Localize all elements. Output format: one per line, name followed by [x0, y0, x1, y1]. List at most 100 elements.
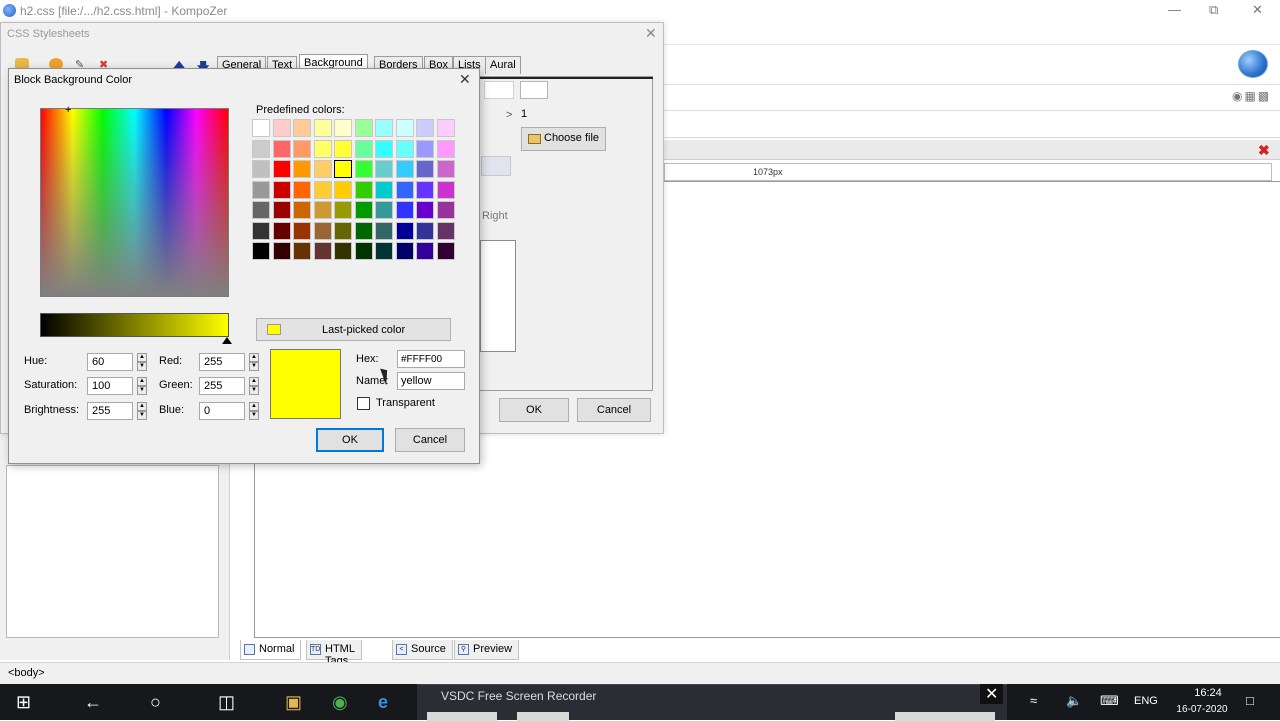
- cancel-button[interactable]: Cancel: [577, 398, 651, 422]
- color-swatch[interactable]: [334, 180, 352, 199]
- color-swatch[interactable]: [375, 180, 393, 199]
- brightness-stepper[interactable]: ▲ ▼: [137, 402, 147, 420]
- dropdown[interactable]: [481, 156, 511, 176]
- color-swatch[interactable]: [334, 119, 352, 137]
- color-swatch[interactable]: [375, 160, 393, 178]
- clock-time[interactable]: 16:24: [1184, 687, 1232, 699]
- color-swatch[interactable]: [416, 242, 434, 260]
- color-swatch[interactable]: [313, 201, 332, 219]
- windows-start-icon[interactable]: ⊞: [16, 692, 31, 713]
- store-icon[interactable]: ▣: [285, 692, 302, 713]
- color-swatch[interactable]: [416, 119, 434, 137]
- color-swatch[interactable]: [272, 201, 291, 219]
- color-swatch[interactable]: [293, 139, 311, 158]
- color-swatch[interactable]: [354, 139, 373, 158]
- toolbar-small-icons[interactable]: ◉▦▩: [1232, 89, 1271, 103]
- green-stepper[interactable]: ▲ ▼: [249, 377, 259, 395]
- color-swatch[interactable]: [252, 201, 270, 219]
- cortana-icon[interactable]: ○: [150, 692, 161, 713]
- color-swatch[interactable]: [252, 119, 270, 137]
- notifications-icon[interactable]: □: [1246, 693, 1254, 708]
- cancel-button[interactable]: Cancel: [395, 428, 465, 452]
- color-swatch[interactable]: [252, 221, 270, 240]
- color-swatch[interactable]: [293, 242, 311, 260]
- saturation-stepper[interactable]: ▲ ▼: [137, 377, 147, 395]
- color-swatch[interactable]: [375, 242, 393, 260]
- color-spectrum[interactable]: [40, 108, 229, 297]
- vsdc-recorder-window[interactable]: VSDC Free Screen Recorder ✕: [417, 684, 1007, 721]
- color-swatch[interactable]: [313, 221, 332, 240]
- color-swatch[interactable]: [334, 160, 352, 178]
- color-swatch[interactable]: [272, 119, 291, 137]
- task-view-icon[interactable]: ◫: [218, 692, 235, 713]
- color-swatch[interactable]: [354, 180, 373, 199]
- red-input[interactable]: 255: [199, 353, 245, 371]
- language-indicator[interactable]: ENG: [1134, 695, 1158, 707]
- color-swatch[interactable]: [252, 180, 270, 199]
- blue-input[interactable]: 0: [199, 402, 245, 420]
- color-swatch[interactable]: [334, 242, 352, 260]
- keyboard-icon[interactable]: ⌨: [1100, 693, 1119, 709]
- site-manager-list[interactable]: [6, 465, 219, 638]
- color-swatch[interactable]: [334, 139, 352, 158]
- blue-stepper[interactable]: ▲ ▼: [249, 402, 259, 420]
- last-picked-color-button[interactable]: Last-picked color: [256, 318, 451, 341]
- color-swatch[interactable]: [272, 242, 291, 260]
- saturation-input[interactable]: 100: [87, 377, 133, 395]
- color-swatch[interactable]: [313, 242, 332, 260]
- red-stepper[interactable]: ▲ ▼: [249, 353, 259, 371]
- name-input[interactable]: yellow: [397, 372, 465, 390]
- tab-aural[interactable]: Aural: [485, 56, 521, 74]
- close-icon[interactable]: ✕: [459, 71, 471, 88]
- tab-source[interactable]: < Source: [392, 640, 453, 660]
- color-swatch[interactable]: [293, 160, 311, 178]
- tab-preview[interactable]: ⚲ Preview: [454, 640, 520, 660]
- ok-button[interactable]: OK: [316, 428, 384, 452]
- color-swatch[interactable]: [375, 119, 393, 137]
- color-swatch[interactable]: [252, 139, 270, 158]
- color-swatch[interactable]: [375, 221, 393, 240]
- color-swatch[interactable]: [395, 139, 414, 158]
- color-picker-button[interactable]: [520, 81, 548, 99]
- color-swatch[interactable]: [313, 160, 332, 178]
- color-swatch[interactable]: [272, 139, 291, 158]
- color-swatch[interactable]: [395, 180, 414, 199]
- color-swatch[interactable]: [375, 201, 393, 219]
- color-swatch[interactable]: [293, 119, 311, 137]
- back-arrow-icon[interactable]: ←: [84, 692, 102, 713]
- color-swatch[interactable]: [293, 201, 311, 219]
- color-swatch[interactable]: [436, 242, 455, 260]
- color-swatch[interactable]: [436, 201, 455, 219]
- choose-file-button[interactable]: Choose file: [521, 127, 606, 151]
- color-swatch[interactable]: [354, 201, 373, 219]
- color-swatch[interactable]: [416, 221, 434, 240]
- color-swatch[interactable]: [395, 201, 414, 219]
- green-input[interactable]: 255: [199, 377, 245, 395]
- color-swatch[interactable]: [334, 221, 352, 240]
- network-icon[interactable]: ≈: [1030, 693, 1037, 708]
- slider-marker[interactable]: [222, 337, 232, 344]
- color-swatch[interactable]: [436, 139, 455, 158]
- color-swatch[interactable]: [354, 160, 373, 178]
- chrome-icon[interactable]: ◉: [332, 692, 348, 713]
- close-icon[interactable]: ✕: [1252, 2, 1263, 18]
- ok-button[interactable]: OK: [499, 398, 569, 422]
- globe-icon[interactable]: [1238, 50, 1268, 78]
- transparent-checkbox[interactable]: [357, 397, 370, 410]
- color-swatch[interactable]: [334, 201, 352, 219]
- tab-normal[interactable]: Normal: [240, 640, 302, 660]
- color-swatch[interactable]: [395, 242, 414, 260]
- color-swatch[interactable]: [252, 242, 270, 260]
- color-swatch[interactable]: [416, 180, 434, 199]
- color-swatch[interactable]: [252, 160, 270, 178]
- color-swatch[interactable]: [436, 180, 455, 199]
- edge-icon[interactable]: e: [378, 692, 388, 713]
- volume-icon[interactable]: 🔈: [1066, 693, 1082, 709]
- color-swatch[interactable]: [272, 160, 291, 178]
- hue-stepper[interactable]: ▲ ▼: [137, 353, 147, 371]
- color-swatch[interactable]: [436, 160, 455, 178]
- color-swatch[interactable]: [416, 139, 434, 158]
- color-swatch[interactable]: [313, 139, 332, 158]
- brightness-input[interactable]: 255: [87, 402, 133, 420]
- color-swatch[interactable]: [395, 119, 414, 137]
